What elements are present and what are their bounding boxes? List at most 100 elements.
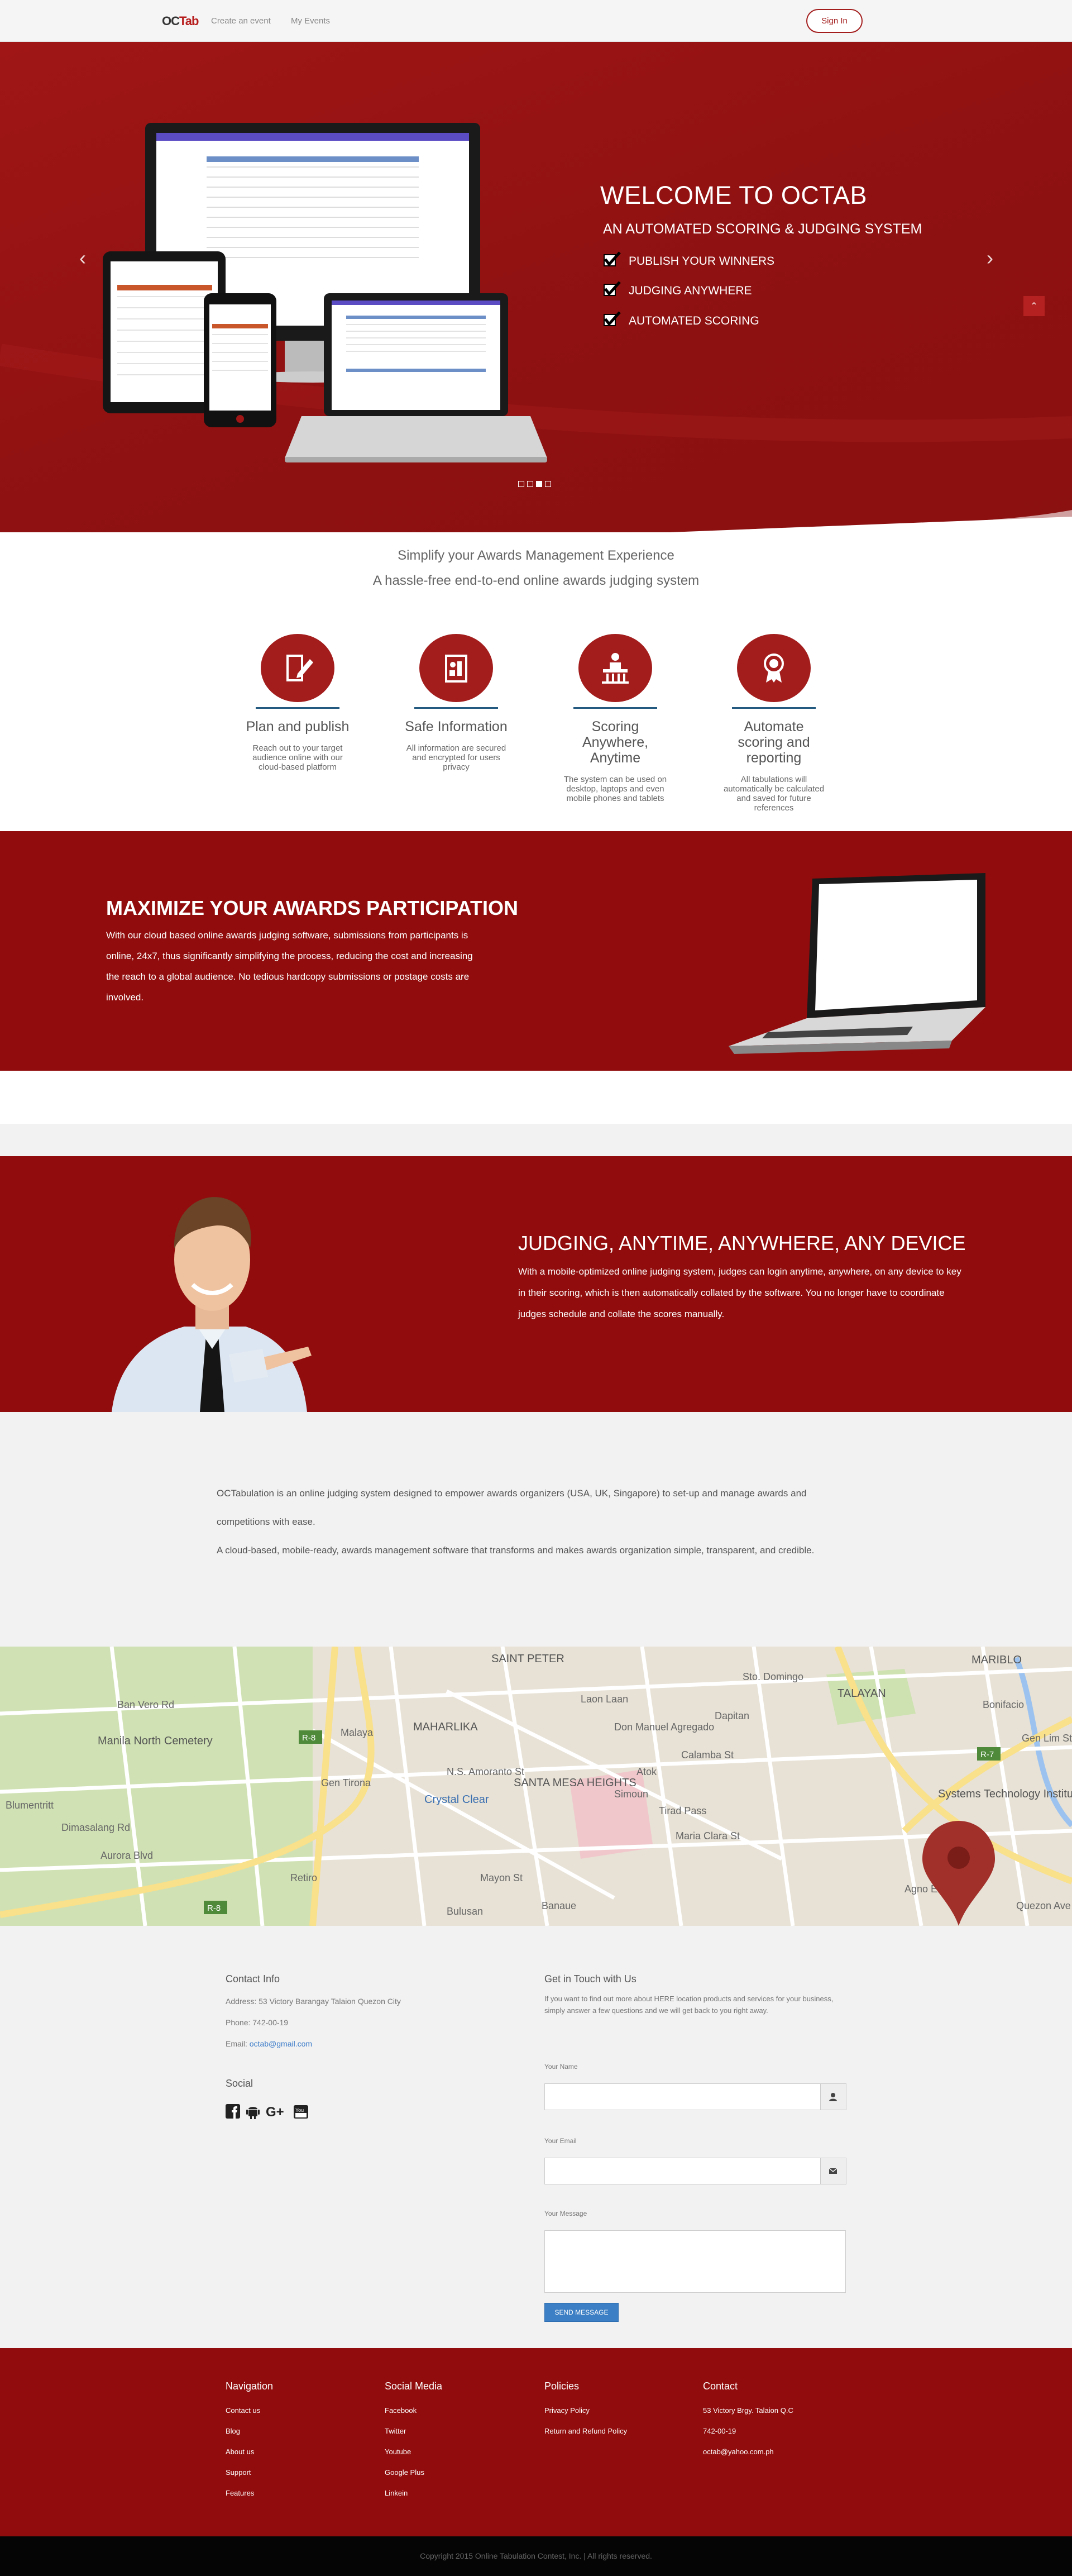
- feature-icon-circle: [578, 634, 652, 702]
- name-field-label: Your Name: [544, 2063, 578, 2071]
- map-label: Systems Technology Institute: [938, 1788, 1072, 1800]
- judging-text: With a mobile-optimized online judging s…: [518, 1266, 961, 1319]
- map-label: Gen Lim St: [1022, 1733, 1072, 1744]
- map-label: Bulusan: [447, 1906, 483, 1917]
- map-label: Tirad Pass: [659, 1805, 706, 1816]
- footer-link-blog[interactable]: Blog: [226, 2427, 273, 2435]
- map-label: Manila North Cemetery: [98, 1735, 213, 1747]
- footer-column-title: Contact: [703, 2381, 738, 2392]
- feature-divider: [256, 707, 339, 709]
- feature-description: Reach out to your target audience online…: [252, 743, 343, 772]
- youtube-icon[interactable]: You: [294, 2103, 308, 2120]
- envelope-icon: [829, 2168, 838, 2174]
- map-label: Dapitan: [715, 1710, 749, 1721]
- laptop-illustration: [729, 873, 985, 1054]
- footer-link-privacy-policy[interactable]: Privacy Policy: [544, 2406, 627, 2415]
- hero-feature-2: JUDGING ANYWHERE: [602, 280, 881, 302]
- carousel-dot[interactable]: [527, 481, 533, 487]
- hero-feature-label: PUBLISH YOUR WINNERS: [629, 255, 774, 268]
- copyright-text: Copyright 2015 Online Tabulation Contest…: [420, 2551, 652, 2560]
- map-label: Calamba St: [681, 1749, 734, 1761]
- social-title: Social: [226, 2078, 253, 2089]
- map-label: SAINT PETER: [491, 1653, 564, 1665]
- email-input-addon: [821, 2158, 846, 2184]
- hero-feature-label: AUTOMATED SCORING: [629, 314, 759, 327]
- map-label: Bonifacio: [983, 1699, 1024, 1710]
- location-map[interactable]: SAINT PETER MAHARLIKA Manila North Cemet…: [0, 1647, 1072, 1926]
- carousel-prev-button[interactable]: ‹: [74, 246, 91, 269]
- octab-logo[interactable]: OCTab: [162, 14, 199, 28]
- logo-accent-text: Tab: [179, 14, 199, 28]
- features-section: Simplify your Awards Management Experien…: [0, 532, 1072, 831]
- award-medal-icon: [764, 653, 784, 683]
- footer-link-contact-us[interactable]: Contact us: [226, 2406, 273, 2415]
- section-spacer: [0, 1071, 1072, 1124]
- footer-link-support[interactable]: Support: [226, 2468, 273, 2477]
- send-message-button[interactable]: SEND MESSAGE: [544, 2303, 619, 2322]
- google-plus-icon[interactable]: G+: [266, 2103, 288, 2120]
- map-label: Mayon St: [480, 1872, 523, 1883]
- carousel-dot[interactable]: [545, 481, 551, 487]
- footer-contact-email[interactable]: octab@yahoo.com.ph: [703, 2448, 793, 2456]
- carousel-next-button[interactable]: ›: [982, 246, 998, 269]
- footer-link-twitter[interactable]: Twitter: [385, 2427, 442, 2435]
- message-textarea[interactable]: [544, 2230, 846, 2293]
- footer: Navigation Contact us Blog About us Supp…: [0, 2348, 1072, 2536]
- sign-in-button[interactable]: Sign In: [806, 9, 863, 33]
- checkbox-check-icon: [604, 281, 621, 296]
- intro-line-1: Simplify your Awards Management Experien…: [398, 548, 674, 563]
- footer-link-google-plus[interactable]: Google Plus: [385, 2468, 442, 2477]
- hero-carousel: WELCOME TO OCTAB AN AUTOMATED SCORING & …: [0, 42, 1072, 532]
- contact-email-label: Email:: [226, 2039, 247, 2048]
- footer-column-title: Social Media: [385, 2381, 443, 2392]
- businessman-illustration: [112, 1197, 312, 1412]
- scroll-to-top-button[interactable]: ⌃: [1023, 296, 1045, 316]
- footer-link-about-us[interactable]: About us: [226, 2448, 273, 2456]
- name-input[interactable]: [544, 2083, 821, 2110]
- footer-link-youtube[interactable]: Youtube: [385, 2448, 442, 2456]
- hero-subtitle: AN AUTOMATED SCORING & JUDGING SYSTEM: [603, 221, 922, 237]
- footer-link-facebook[interactable]: Facebook: [385, 2406, 442, 2415]
- email-input[interactable]: [544, 2158, 821, 2184]
- map-label: Crystal Clear: [424, 1793, 489, 1806]
- hero-feature-label: JUDGING ANYWHERE: [629, 284, 752, 297]
- map-label: MARIBLO: [972, 1654, 1022, 1666]
- contact-email-row: Email: octab@gmail.com: [226, 2038, 312, 2050]
- svg-text:You: You: [295, 2107, 304, 2113]
- footer-contact: Contact 53 Victory Brgy. Talaion Q.C 742…: [703, 2381, 793, 2468]
- footer-link-linkedin[interactable]: Linkein: [385, 2489, 442, 2497]
- map-label: Gen Tirona: [321, 1777, 371, 1788]
- email-field-label: Your Email: [544, 2137, 577, 2145]
- intro-line-2: A hassle-free end-to-end online awards j…: [372, 573, 700, 588]
- android-icon[interactable]: [246, 2103, 260, 2120]
- feature-divider: [573, 707, 657, 709]
- footer-column-title: Policies: [544, 2381, 580, 2392]
- feature-title: Scoring Anywhere, Anytime: [582, 719, 649, 766]
- form-intro: If you want to find out more about HERE …: [544, 1995, 834, 2015]
- contact-info-title: Contact Info: [226, 1973, 280, 1985]
- maximize-section: MAXIMIZE YOUR AWARDS PARTICIPATION With …: [0, 831, 1072, 1071]
- contact-email-link[interactable]: octab@gmail.com: [250, 2039, 312, 2048]
- map-label: Malaya: [341, 1727, 374, 1738]
- road-badge: R-8: [207, 1904, 221, 1913]
- judging-title: JUDGING, ANYTIME, ANYWHERE, ANY DEVICE: [518, 1232, 966, 1254]
- carousel-dot[interactable]: [536, 481, 542, 487]
- nav-my-events-link[interactable]: My Events: [291, 16, 330, 26]
- feature-divider: [414, 707, 498, 709]
- footer-navigation: Navigation Contact us Blog About us Supp…: [226, 2381, 273, 2510]
- map-label: Aurora Blvd: [100, 1850, 153, 1861]
- carousel-dot[interactable]: [518, 481, 524, 487]
- map-label: Simoun: [614, 1788, 648, 1800]
- logo-main-text: OC: [162, 14, 180, 28]
- feature-divider: [732, 707, 816, 709]
- facebook-icon[interactable]: [226, 2103, 240, 2120]
- secure-document-icon: [445, 655, 467, 683]
- map-label: Retiro: [290, 1872, 317, 1883]
- copyright-bar: Copyright 2015 Online Tabulation Contest…: [0, 2536, 1072, 2576]
- footer-link-refund-policy[interactable]: Return and Refund Policy: [544, 2427, 627, 2435]
- maximize-title: MAXIMIZE YOUR AWARDS PARTICIPATION: [106, 896, 519, 919]
- nav-create-event-link[interactable]: Create an event: [211, 16, 271, 26]
- maximize-text: With our cloud based online awards judgi…: [106, 930, 473, 1003]
- footer-link-features[interactable]: Features: [226, 2489, 273, 2497]
- name-input-addon: [821, 2083, 846, 2110]
